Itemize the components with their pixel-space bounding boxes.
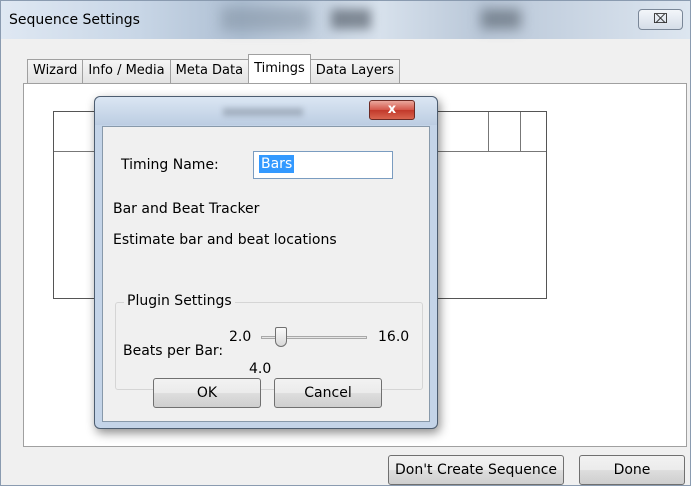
title-bar-background [481,9,521,29]
timing-name-value: Bars [259,155,295,173]
tab-timings[interactable]: Timings [248,54,311,83]
dialog-title-bar[interactable]: x [95,97,437,125]
dont-create-sequence-button[interactable]: Don't Create Sequence [388,455,564,485]
tab-meta-data[interactable]: Meta Data [169,59,250,83]
grid-column-divider [520,112,521,152]
plugin-description: Estimate bar and beat locations [113,232,337,248]
tab-info-media[interactable]: Info / Media [82,59,171,83]
slider-min-label: 2.0 [229,329,252,345]
done-button[interactable]: Done [579,455,685,485]
timing-name-input[interactable]: Bars [253,151,393,179]
dialog-title-background [223,108,303,116]
window-title: Sequence Settings [9,12,140,28]
dialog-body: Timing Name: Bars Bar and Beat Tracker E… [102,126,430,422]
title-bar[interactable]: Sequence Settings ⌧ [1,1,690,39]
slider-value-label: 4.0 [249,361,272,377]
timing-name-label: Timing Name: [121,157,219,173]
window-close-button[interactable]: ⌧ [638,9,683,30]
cancel-button[interactable]: Cancel [274,378,382,408]
plugin-settings-title: Plugin Settings [124,293,235,309]
tab-strip: Wizard Info / Media Meta Data Timings Da… [27,54,400,83]
title-bar-background [331,9,371,29]
plugin-name: Bar and Beat Tracker [113,201,260,217]
timing-dialog: x Timing Name: Bars Bar and Beat Tracker… [94,96,438,429]
title-bar-background [221,7,311,31]
ok-button[interactable]: OK [153,378,261,408]
close-icon: x [387,102,397,117]
slider-max-label: 16.0 [378,329,410,345]
grid-column-divider [488,112,489,152]
tab-wizard[interactable]: Wizard [27,59,84,83]
close-icon: ⌧ [653,12,668,27]
beats-per-bar-label: Beats per Bar: [123,343,224,359]
tab-data-layers[interactable]: Data Layers [309,59,400,83]
dialog-close-button[interactable]: x [369,100,415,120]
sequence-settings-window: Sequence Settings ⌧ Wizard Info / Media … [0,0,691,486]
slider-thumb[interactable] [275,327,287,347]
